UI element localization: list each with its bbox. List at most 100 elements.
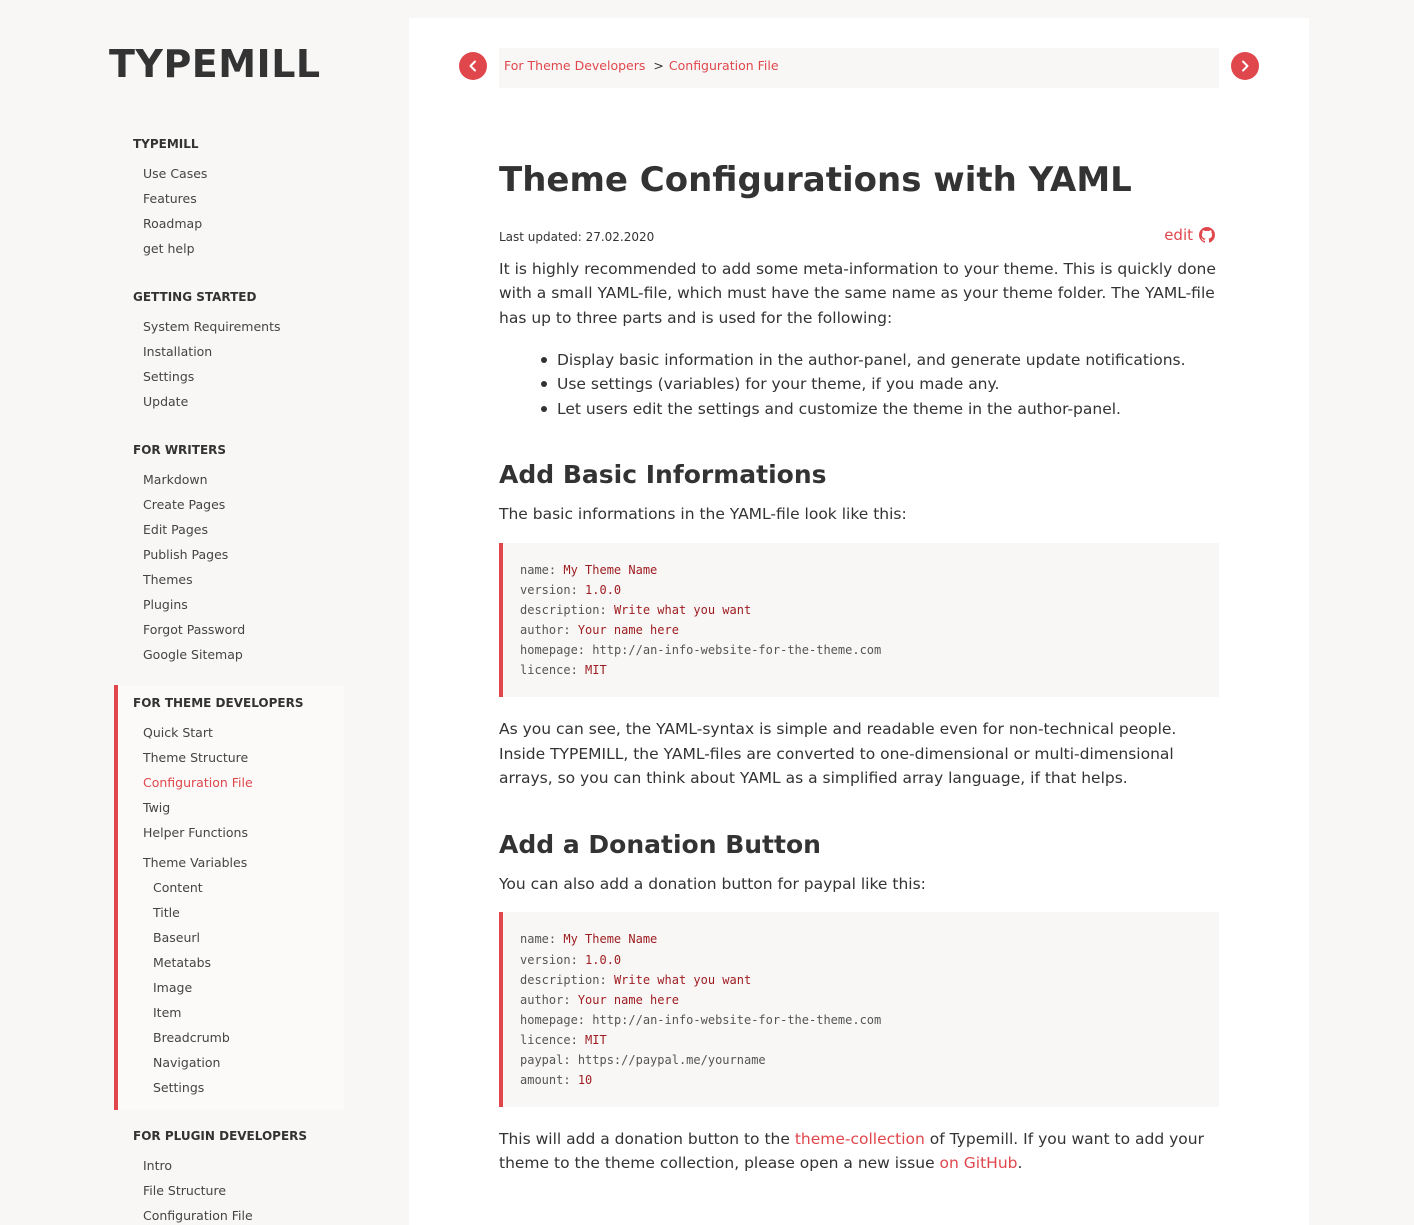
section-heading-basic-informations: Add Basic Informations	[499, 460, 827, 490]
nav-subitem-baseurl[interactable]: Baseurl	[133, 925, 344, 950]
code-key: amount:	[520, 1073, 571, 1088]
nav-item-get-help[interactable]: get help	[133, 236, 344, 261]
nav-item-installation[interactable]: Installation	[133, 339, 344, 364]
code-line: version: 1.0.0	[520, 580, 1202, 600]
code-value: Your name here	[577, 622, 679, 637]
code-key: homepage:	[520, 1012, 586, 1027]
code-value: Write what you want	[613, 602, 752, 617]
nav-subitem-title[interactable]: Title	[133, 900, 344, 925]
nav-item-create-pages[interactable]: Create Pages	[133, 492, 344, 517]
code-line: homepage: http://an-info-website-for-the…	[520, 1010, 1202, 1030]
article: Theme Configurations with YAML Last upda…	[499, 158, 1219, 1186]
nav-item-plugins[interactable]: Plugins	[133, 592, 344, 617]
nav-subitem-content[interactable]: Content	[133, 875, 344, 900]
nav-item-features[interactable]: Features	[133, 186, 344, 211]
edit-label: edit	[1164, 226, 1193, 244]
nav-subitem-metatabs[interactable]: Metatabs	[133, 950, 344, 975]
code-line: version: 1.0.0	[520, 950, 1202, 970]
nav-section-heading[interactable]: FOR WRITERS	[133, 442, 344, 458]
code-line: licence: MIT	[520, 1030, 1202, 1050]
page-meta: Last updated: 27.02.2020 edit	[499, 225, 1219, 247]
breadcrumb-separator: >	[653, 58, 664, 73]
nav-item-forgot-password[interactable]: Forgot Password	[133, 617, 344, 642]
nav-section-for-theme-developers: FOR THEME DEVELOPERS Quick Start Theme S…	[114, 685, 344, 1110]
code-line: description: Write what you want	[520, 600, 1202, 620]
nav-subitem-image[interactable]: Image	[133, 975, 344, 1000]
code-key: description:	[520, 602, 607, 617]
code-line: homepage: http://an-info-website-for-the…	[520, 640, 1202, 660]
previous-page-button[interactable]	[459, 52, 487, 80]
code-value: My Theme Name	[563, 562, 658, 577]
nav-item-twig[interactable]: Twig	[133, 795, 344, 820]
nav-section-heading[interactable]: FOR THEME DEVELOPERS	[133, 695, 344, 711]
nav-item-use-cases[interactable]: Use Cases	[133, 161, 344, 186]
code-line: name: My Theme Name	[520, 560, 1202, 580]
page-title: Theme Configurations with YAML	[499, 160, 1132, 200]
list-item: Let users edit the settings and customiz…	[539, 397, 1219, 422]
code-key: name:	[520, 932, 557, 947]
site-logo[interactable]: TYPEMILL	[109, 42, 321, 86]
nav-item-roadmap[interactable]: Roadmap	[133, 211, 344, 236]
nav-item-google-sitemap[interactable]: Google Sitemap	[133, 642, 344, 667]
nav-item-settings[interactable]: Settings	[133, 364, 344, 389]
nav-item-plugin-configuration-file[interactable]: Configuration File	[133, 1203, 344, 1225]
section-text: The basic informations in the YAML-file …	[499, 505, 907, 524]
code-value: 1.0.0	[585, 582, 622, 597]
nav-section-heading[interactable]: TYPEMILL	[133, 136, 344, 152]
nav-item-system-requirements[interactable]: System Requirements	[133, 314, 344, 339]
text-fragment: This will add a donation button to the	[499, 1130, 795, 1149]
nav-item-intro[interactable]: Intro	[133, 1153, 344, 1178]
nav-item-publish-pages[interactable]: Publish Pages	[133, 542, 344, 567]
code-line: amount: 10	[520, 1070, 1202, 1090]
nav-item-configuration-file[interactable]: Configuration File	[133, 770, 344, 795]
nav-item-theme-structure[interactable]: Theme Structure	[133, 745, 344, 770]
next-page-button[interactable]	[1231, 52, 1259, 80]
code-key: paypal:	[520, 1053, 571, 1067]
nav-subitem-settings[interactable]: Settings	[133, 1075, 344, 1100]
code-key: author:	[520, 992, 571, 1007]
text-fragment: .	[1017, 1154, 1023, 1173]
code-value: 1.0.0	[585, 952, 622, 967]
last-updated: Last updated: 27.02.2020	[499, 230, 655, 244]
code-value: https://paypal.me/yourname	[577, 1053, 766, 1067]
nav-item-theme-variables[interactable]: Theme Variables	[133, 850, 344, 875]
code-value: Write what you want	[613, 972, 752, 987]
nav-subitem-navigation[interactable]: Navigation	[133, 1050, 344, 1075]
breadcrumb-link-current[interactable]: Configuration File	[669, 58, 779, 73]
code-block-donation: name: My Theme Name version: 1.0.0 descrip…	[499, 912, 1219, 1108]
code-line: name: My Theme Name	[520, 929, 1202, 949]
nav-subitem-breadcrumb[interactable]: Breadcrumb	[133, 1025, 344, 1050]
edit-on-github-link[interactable]: edit	[1164, 225, 1215, 245]
nav-section-getting-started: GETTING STARTED System Requirements Inst…	[114, 279, 344, 424]
theme-collection-link[interactable]: theme-collection	[795, 1130, 925, 1148]
code-line: description: Write what you want	[520, 970, 1202, 990]
nav-item-update[interactable]: Update	[133, 389, 344, 414]
breadcrumb-link-parent[interactable]: For Theme Developers	[504, 58, 645, 73]
nav-item-quick-start[interactable]: Quick Start	[133, 720, 344, 745]
list-item: Display basic information in the author-…	[539, 348, 1219, 373]
nav-item-helper-functions[interactable]: Helper Functions	[133, 820, 344, 845]
code-value: 10	[577, 1073, 593, 1088]
github-issue-link[interactable]: on GitHub	[940, 1154, 1018, 1172]
nav-section-for-writers: FOR WRITERS Markdown Create Pages Edit P…	[114, 432, 344, 677]
code-key: author:	[520, 622, 571, 637]
breadcrumb: For Theme Developers > Configuration File	[499, 48, 1219, 88]
nav-section-for-plugin-developers: FOR PLUGIN DEVELOPERS Intro File Structu…	[114, 1118, 344, 1225]
code-line: author: Your name here	[520, 990, 1202, 1010]
closing-paragraph: This will add a donation button to the t…	[499, 1127, 1219, 1176]
nav-section-heading[interactable]: FOR PLUGIN DEVELOPERS	[133, 1128, 344, 1144]
sidebar-nav: TYPEMILL Use Cases Features Roadmap get …	[114, 126, 344, 1225]
code-key: licence:	[520, 663, 578, 678]
code-key: version:	[520, 952, 578, 967]
code-line: licence: MIT	[520, 660, 1202, 680]
code-value: MIT	[585, 663, 607, 678]
nav-section-heading[interactable]: GETTING STARTED	[133, 289, 344, 305]
nav-item-themes[interactable]: Themes	[133, 567, 344, 592]
nav-item-edit-pages[interactable]: Edit Pages	[133, 517, 344, 542]
chevron-right-icon	[1242, 60, 1249, 72]
code-key: licence:	[520, 1032, 578, 1047]
nav-item-file-structure[interactable]: File Structure	[133, 1178, 344, 1203]
nav-subitem-item[interactable]: Item	[133, 1000, 344, 1025]
nav-item-markdown[interactable]: Markdown	[133, 467, 344, 492]
nav-section-typemill: TYPEMILL Use Cases Features Roadmap get …	[114, 126, 344, 271]
